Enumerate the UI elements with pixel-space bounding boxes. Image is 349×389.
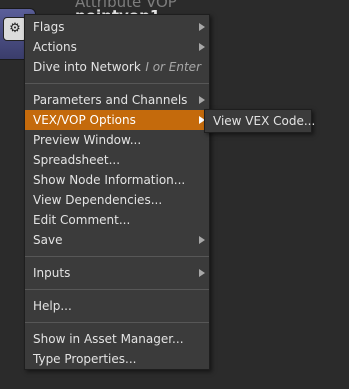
menu-item-label: Edit Comment... [33, 213, 131, 227]
menu-separator [25, 256, 209, 257]
submenu-arrow-icon [199, 43, 205, 51]
menu-item-label: Flags [33, 20, 65, 34]
menu-item-show-node-information[interactable]: Show Node Information... [25, 170, 209, 190]
menu-item-label: Inputs [33, 266, 71, 280]
menu-item-help[interactable]: Help... [25, 296, 209, 316]
submenu-arrow-icon [199, 96, 205, 104]
context-menu: Flags Actions Dive into Network I or Ent… [24, 14, 210, 370]
menu-item-label: Help... [33, 299, 72, 313]
menu-item-type-properties[interactable]: Type Properties... [25, 349, 209, 369]
menu-item-label: VEX/VOP Options [33, 113, 136, 127]
menu-item-actions[interactable]: Actions [25, 37, 209, 57]
menu-separator [25, 322, 209, 323]
menu-item-save[interactable]: Save [25, 230, 209, 250]
menu-item-label: Dive into Network [33, 60, 141, 74]
menu-item-label: Type Properties... [33, 352, 137, 366]
menu-item-edit-comment[interactable]: Edit Comment... [25, 210, 209, 230]
menu-item-label: Preview Window... [33, 133, 142, 147]
submenu-arrow-icon [199, 269, 205, 277]
network-canvas[interactable]: ⚙ Attribute VOP pointvop1 Flags Actions … [0, 0, 349, 389]
menu-item-label: Save [33, 233, 63, 247]
menu-item-label: Show in Asset Manager... [33, 332, 184, 346]
menu-item-spreadsheet[interactable]: Spreadsheet... [25, 150, 209, 170]
menu-item-label: Spreadsheet... [33, 153, 121, 167]
menu-item-parameters-and-channels[interactable]: Parameters and Channels [25, 90, 209, 110]
menu-item-label: Actions [33, 40, 77, 54]
menu-item-label: View Dependencies... [33, 193, 163, 207]
submenu-item-view-vex-code[interactable]: View VEX Code... [205, 111, 315, 131]
menu-item-vex-vop-options[interactable]: VEX/VOP Options [25, 110, 209, 130]
menu-item-inputs[interactable]: Inputs [25, 263, 209, 283]
menu-item-preview-window[interactable]: Preview Window... [25, 130, 209, 150]
vex-vop-options-submenu: View VEX Code... [204, 109, 315, 133]
menu-separator [25, 83, 209, 84]
menu-item-label: View VEX Code... [213, 114, 316, 128]
menu-item-show-in-asset-manager[interactable]: Show in Asset Manager... [25, 329, 209, 349]
menu-item-label: Show Node Information... [33, 173, 186, 187]
submenu-arrow-icon [199, 236, 205, 244]
menu-separator [25, 289, 209, 290]
menu-item-view-dependencies[interactable]: View Dependencies... [25, 190, 209, 210]
submenu-arrow-icon [199, 23, 205, 31]
menu-item-label: Parameters and Channels [33, 93, 188, 107]
menu-item-flags[interactable]: Flags [25, 17, 209, 37]
menu-item-shortcut: I or Enter [145, 60, 201, 74]
menu-item-dive-into-network[interactable]: Dive into Network I or Enter [25, 57, 209, 77]
